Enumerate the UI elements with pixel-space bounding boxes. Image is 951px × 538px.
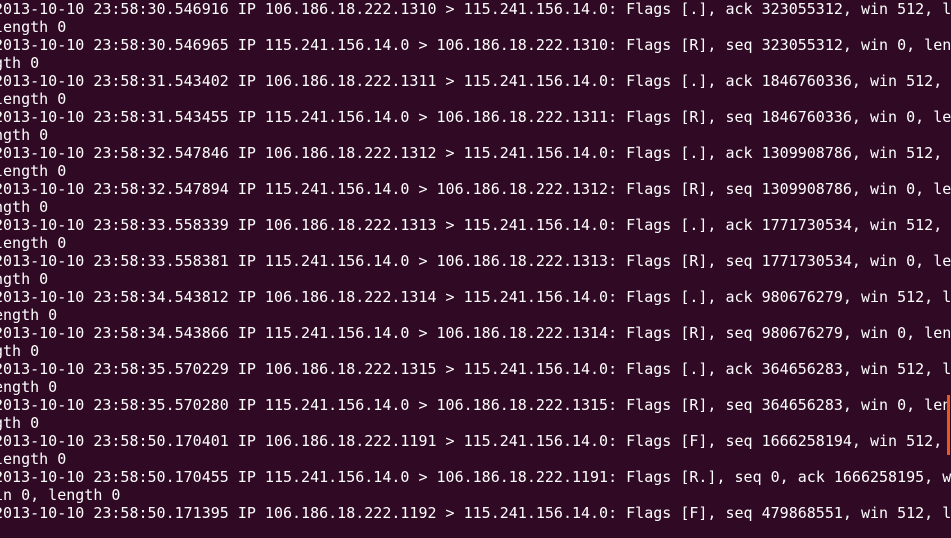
terminal-line: gth 0	[0, 414, 40, 432]
terminal-line: 2013-10-10 23:58:35.570229 IP 106.186.18…	[0, 360, 951, 378]
terminal-line: ngth 0	[0, 270, 49, 288]
terminal-line: gth 0	[0, 54, 40, 72]
terminal-line: in 0, length 0	[0, 486, 121, 504]
terminal-line: length 0	[0, 234, 67, 252]
terminal-line: 2013-10-10 23:58:34.543812 IP 106.186.18…	[0, 288, 951, 306]
terminal-output: 2013-10-10 23:58:30.546916 IP 106.186.18…	[0, 0, 951, 522]
terminal-line: 2013-10-10 23:58:31.543455 IP 115.241.15…	[0, 108, 951, 126]
terminal-line: 2013-10-10 23:58:30.546916 IP 106.186.18…	[0, 0, 951, 18]
terminal-line: 2013-10-10 23:58:33.558381 IP 115.241.15…	[0, 252, 951, 270]
terminal-line: 2013-10-10 23:58:50.170401 IP 106.186.18…	[0, 432, 943, 450]
terminal-line: length 0	[0, 90, 67, 108]
terminal-window[interactable]: 2013-10-10 23:58:30.546916 IP 106.186.18…	[0, 0, 951, 538]
terminal-line: ength 0	[0, 378, 58, 396]
terminal-line: 2013-10-10 23:58:30.546965 IP 115.241.15…	[0, 36, 951, 54]
scroll-position-marker[interactable]	[947, 395, 950, 455]
terminal-line: 2013-10-10 23:58:50.171395 IP 106.186.18…	[0, 504, 951, 522]
terminal-line: 2013-10-10 23:58:35.570280 IP 115.241.15…	[0, 396, 951, 414]
terminal-line: ngth 0	[0, 198, 49, 216]
terminal-line: gth 0	[0, 342, 40, 360]
terminal-line: 2013-10-10 23:58:34.543866 IP 115.241.15…	[0, 324, 951, 342]
terminal-line: 2013-10-10 23:58:50.170455 IP 115.241.15…	[0, 468, 951, 486]
terminal-line: 2013-10-10 23:58:32.547894 IP 115.241.15…	[0, 180, 951, 198]
terminal-line: ngth 0	[0, 126, 49, 144]
terminal-line: ength 0	[0, 306, 58, 324]
terminal-line: length 0	[0, 18, 67, 36]
terminal-line: 2013-10-10 23:58:31.543402 IP 106.186.18…	[0, 72, 943, 90]
terminal-line: length 0	[0, 450, 67, 468]
terminal-line: 2013-10-10 23:58:32.547846 IP 106.186.18…	[0, 144, 943, 162]
terminal-line: 2013-10-10 23:58:33.558339 IP 106.186.18…	[0, 216, 943, 234]
terminal-line: length 0	[0, 162, 67, 180]
